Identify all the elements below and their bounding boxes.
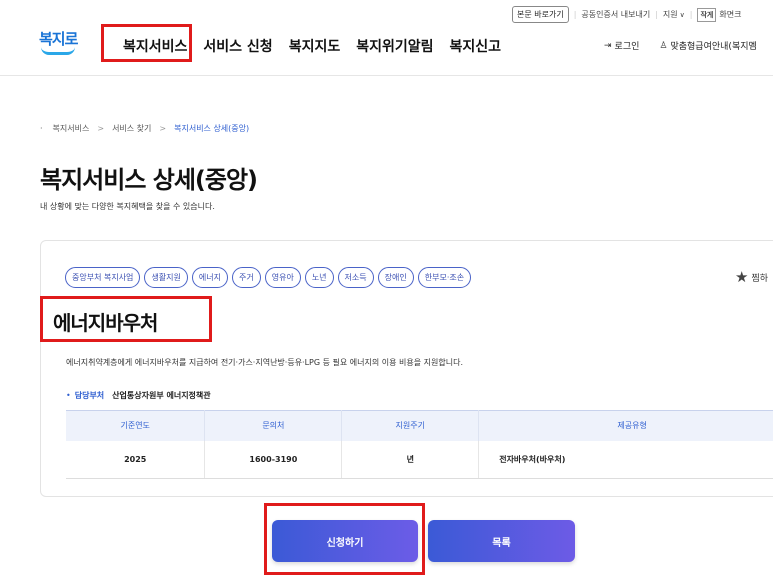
login-icon: ⇥: [604, 40, 612, 51]
service-info-table: 기준연도 문의처 지원주기 제공유형 2025 1600-3190 년 전자바우…: [66, 410, 773, 479]
department-value: 산업통상자원부 에너지정책관: [112, 391, 211, 400]
login-button[interactable]: ⇥ 로그인: [604, 39, 639, 53]
table-cell: 전자바우처(바우처): [478, 440, 773, 479]
service-tags: 중앙부처 복지사업 생활지원 에너지 주거 영유아 노년 저소득 장애인 한부모…: [65, 267, 475, 288]
user-icon: ♙: [659, 40, 668, 51]
tag[interactable]: 한부모·조손: [417, 267, 472, 288]
support-menu[interactable]: 지원 ∨: [663, 9, 685, 20]
chevron-right-icon: >: [159, 124, 167, 133]
chevron-down-icon: ∨: [679, 11, 685, 19]
tag[interactable]: 생활지원: [144, 267, 188, 288]
custom-benefit-guide-button[interactable]: ♙ 맞춤형급여안내(복지멤: [659, 39, 756, 53]
skip-to-content-link[interactable]: 본문 바로가기: [512, 6, 569, 23]
nav-service-apply[interactable]: 서비스 신청: [203, 36, 272, 56]
table-row: 2025 1600-3190 년 전자바우처(바우처): [66, 440, 773, 479]
highlight-box-apply: [264, 503, 425, 575]
highlight-box-title: [40, 296, 212, 342]
page-title: 복지서비스 상세(중앙): [40, 166, 258, 194]
logo[interactable]: 복지로: [39, 28, 79, 55]
column-header: 지원주기: [341, 410, 480, 441]
header-divider: [0, 75, 773, 76]
table-cell: 2025: [66, 440, 206, 479]
bullet-icon: •: [66, 391, 71, 400]
font-small-button[interactable]: 작게: [697, 7, 717, 22]
bookmark-button[interactable]: ★ 찜하: [735, 268, 768, 286]
highlight-box-nav: [101, 24, 192, 62]
tag[interactable]: 저소득: [337, 267, 374, 288]
tag[interactable]: 에너지: [191, 267, 228, 288]
column-header: 문의처: [204, 410, 343, 441]
page-description: 내 상황에 맞는 다양한 복지혜택을 찾을 수 있습니다.: [40, 202, 215, 211]
table-header-row: 기준연도 문의처 지원주기 제공유형: [66, 410, 773, 441]
breadcrumb: · 복지서비스 > 서비스 찾기 > 복지서비스 상세(중앙): [40, 123, 249, 134]
tag[interactable]: 주거: [231, 267, 261, 288]
star-icon: ★: [735, 268, 749, 286]
header-actions: ⇥ 로그인 ♙ 맞춤형급여안내(복지멤: [604, 39, 773, 53]
table-cell: 년: [341, 440, 480, 479]
list-button[interactable]: 목록: [428, 520, 575, 562]
department-label: 담당부처: [74, 391, 105, 400]
column-header: 기준연도: [66, 410, 206, 441]
chevron-right-icon: >: [97, 124, 105, 133]
nav-welfare-map[interactable]: 복지지도: [289, 36, 341, 56]
breadcrumb-item[interactable]: 서비스 찾기: [112, 123, 151, 134]
tag[interactable]: 중앙부처 복지사업: [65, 267, 141, 288]
tag[interactable]: 영유아: [264, 267, 301, 288]
screen-size-label: 화면크: [719, 10, 742, 19]
home-dot-icon: ·: [40, 124, 43, 133]
service-description: 에너지취약계층에게 에너지바우처를 지급하여 전기·가스·지역난방·등유·LPG…: [66, 358, 463, 367]
nav-crisis-alert[interactable]: 복지위기알림: [356, 36, 433, 56]
breadcrumb-current: 복지서비스 상세(중앙): [174, 124, 250, 133]
nav-welfare-report[interactable]: 복지신고: [450, 36, 502, 56]
tag[interactable]: 노년: [304, 267, 334, 288]
department-info: • 담당부처 산업통상자원부 에너지정책관: [66, 390, 211, 401]
column-header: 제공유형: [478, 410, 773, 441]
logo-smile-icon: [41, 47, 75, 55]
breadcrumb-item[interactable]: 복지서비스: [53, 123, 90, 134]
table-cell: 1600-3190: [204, 440, 343, 479]
logo-text: 복지로: [39, 30, 78, 48]
utility-bar: 본문 바로가기 | 공동인증서 내보내기 | 지원 ∨ | 작게 화면크: [512, 6, 741, 23]
cert-export-link[interactable]: 공동인증서 내보내기: [581, 9, 650, 20]
tag[interactable]: 장애인: [377, 267, 414, 288]
